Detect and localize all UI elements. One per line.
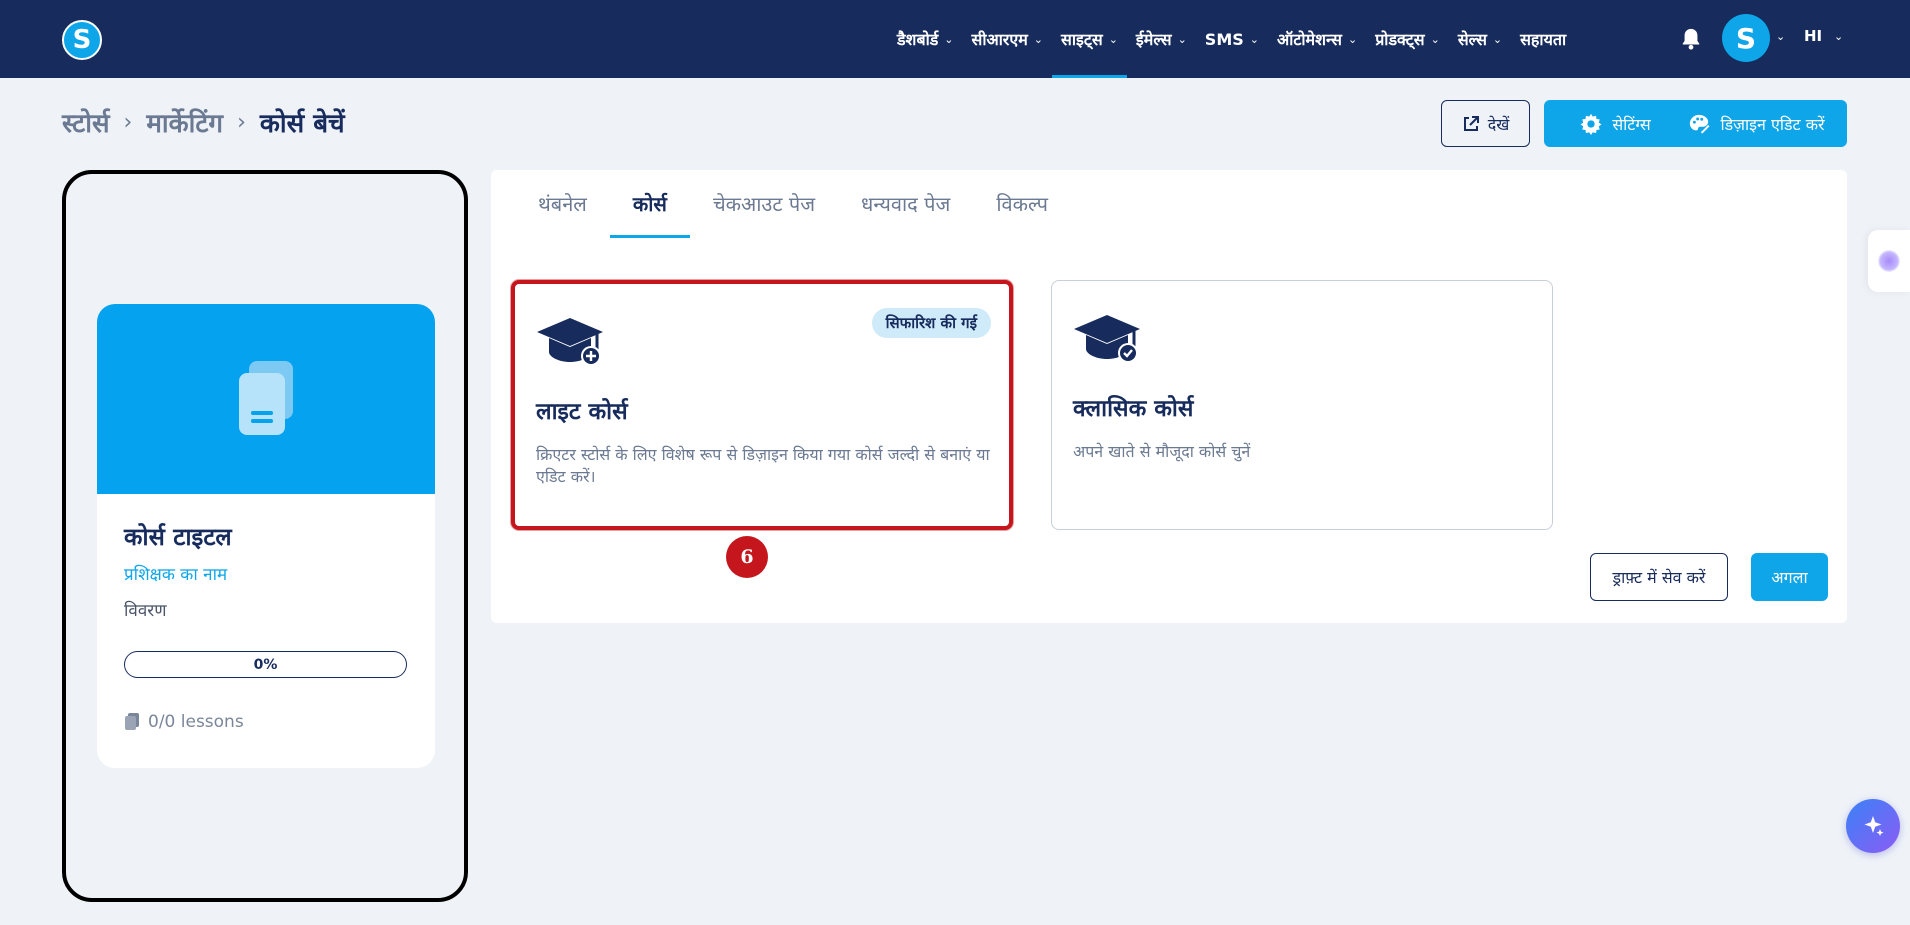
document-icon bbox=[239, 361, 293, 435]
course-description: विवरण bbox=[124, 601, 167, 621]
tab-course[interactable]: कोर्स bbox=[609, 170, 691, 238]
main-nav: डैशबोर्ड ⌄ सीआरएम ⌄ साइट्स ⌄ ईमेल्स ⌄ SMS ⌄ ऑ… bbox=[888, 0, 1575, 78]
ai-assistant-button[interactable] bbox=[1846, 799, 1900, 853]
course-setup-panel: थंबनेल कोर्स चेकआउट पेज धन्यवाद पेज विकल… bbox=[491, 170, 1847, 623]
view-button[interactable]: देखें bbox=[1441, 100, 1530, 147]
bell-icon[interactable] bbox=[1680, 27, 1702, 51]
user-avatar[interactable]: S bbox=[1722, 14, 1770, 62]
nav-item-sites[interactable]: साइट्स ⌄ bbox=[1052, 0, 1127, 78]
nav-item-sales[interactable]: सेल्स ⌄ bbox=[1449, 0, 1511, 78]
nav-item-help[interactable]: सहायता bbox=[1511, 0, 1575, 78]
chevron-right-icon: › bbox=[123, 109, 133, 135]
breadcrumb-current: कोर्स बेचें bbox=[259, 109, 345, 139]
course-preview-card: कोर्स टाइटल प्रशिक्षक का नाम विवरण 0% 0/… bbox=[97, 304, 435, 768]
breadcrumb-item-stores[interactable]: स्टोर्स bbox=[62, 104, 110, 140]
design-edit-button[interactable]: डिज़ाइन एडिट करें bbox=[1666, 100, 1847, 147]
nav-item-sms[interactable]: SMS ⌄ bbox=[1196, 0, 1268, 78]
progress-label: 0% bbox=[253, 656, 278, 673]
lessons-count: 0/0 lessons bbox=[124, 712, 244, 732]
chevron-down-icon: ⌄ bbox=[1108, 32, 1118, 46]
progress-bar: 0% bbox=[124, 651, 407, 678]
option-description: क्रिएटर स्टोर्स के लिए विशेष रूप से डिज़… bbox=[536, 445, 990, 486]
tab-thank-you-page[interactable]: धन्यवाद पेज bbox=[838, 170, 973, 236]
recommended-badge: सिफारिश की गई bbox=[871, 308, 991, 338]
instructor-name: प्रशिक्षक का नाम bbox=[124, 565, 228, 585]
lessons-icon bbox=[125, 713, 139, 730]
chevron-down-icon: ⌄ bbox=[944, 32, 954, 46]
chevron-down-icon: ⌄ bbox=[1492, 32, 1503, 46]
chevron-down-icon[interactable]: ⌄ bbox=[1834, 30, 1843, 43]
nav-item-products[interactable]: प्रोडक्ट्स ⌄ bbox=[1366, 0, 1449, 78]
assistant-orb-icon bbox=[1878, 250, 1900, 272]
option-title: क्लासिक कोर्स bbox=[1073, 396, 1194, 422]
breadcrumb-item-marketing[interactable]: मार्केटिंग bbox=[146, 104, 223, 140]
breadcrumb: स्टोर्स › मार्केटिंग › कोर्स बेचें bbox=[62, 104, 345, 140]
chevron-down-icon: ⌄ bbox=[1249, 32, 1259, 46]
language-selector[interactable]: HI bbox=[1804, 27, 1822, 45]
chevron-down-icon: ⌄ bbox=[1430, 32, 1440, 46]
chevron-down-icon[interactable]: ⌄ bbox=[1776, 30, 1785, 43]
course-title: कोर्स टाइटल bbox=[124, 523, 232, 551]
graduation-cap-plus-icon bbox=[537, 318, 603, 366]
lite-course-option[interactable]: सिफारिश की गई लाइट कोर्स क्रिएटर स्टोर्स… bbox=[511, 280, 1013, 530]
tab-bar: थंबनेल कोर्स चेकआउट पेज धन्यवाद पेज विकल… bbox=[515, 170, 1071, 238]
graduation-cap-check-icon bbox=[1074, 315, 1140, 363]
top-navbar: S डैशबोर्ड ⌄ सीआरएम ⌄ साइट्स ⌄ ईमेल्स ⌄ SMS ⌄… bbox=[0, 0, 1910, 78]
chevron-down-icon: ⌄ bbox=[1347, 32, 1358, 46]
option-title: लाइट कोर्स bbox=[536, 399, 628, 425]
course-thumbnail bbox=[97, 304, 435, 494]
step-marker: 6 bbox=[726, 536, 768, 578]
chevron-down-icon: ⌄ bbox=[1033, 32, 1043, 46]
tab-options[interactable]: विकल्प bbox=[973, 170, 1071, 236]
side-widget-tab[interactable] bbox=[1868, 230, 1910, 292]
gear-icon bbox=[1580, 113, 1602, 135]
palette-icon bbox=[1690, 114, 1710, 134]
classic-course-option[interactable]: क्लासिक कोर्स अपने खाते से मौजूदा कोर्स … bbox=[1051, 280, 1553, 530]
nav-item-crm[interactable]: सीआरएम ⌄ bbox=[963, 0, 1053, 78]
tab-thumbnail[interactable]: थंबनेल bbox=[515, 170, 610, 236]
chevron-right-icon: › bbox=[237, 109, 246, 135]
tab-checkout-page[interactable]: चेकआउट पेज bbox=[690, 170, 838, 236]
nav-item-automations[interactable]: ऑटोमेशन्स ⌄ bbox=[1268, 0, 1366, 78]
save-draft-button[interactable]: ड्राफ़्ट में सेव करें bbox=[1590, 553, 1728, 601]
next-button[interactable]: अगला bbox=[1751, 553, 1828, 601]
nav-item-emails[interactable]: ईमेल्स ⌄ bbox=[1127, 0, 1196, 78]
external-link-icon bbox=[1463, 115, 1479, 131]
chevron-down-icon: ⌄ bbox=[1177, 32, 1187, 46]
option-description: अपने खाते से मौजूदा कोर्स चुनें bbox=[1073, 442, 1251, 461]
nav-item-dashboard[interactable]: डैशबोर्ड ⌄ bbox=[888, 0, 963, 78]
brand-logo[interactable]: S bbox=[62, 20, 102, 60]
sparkle-icon bbox=[1864, 816, 1884, 836]
